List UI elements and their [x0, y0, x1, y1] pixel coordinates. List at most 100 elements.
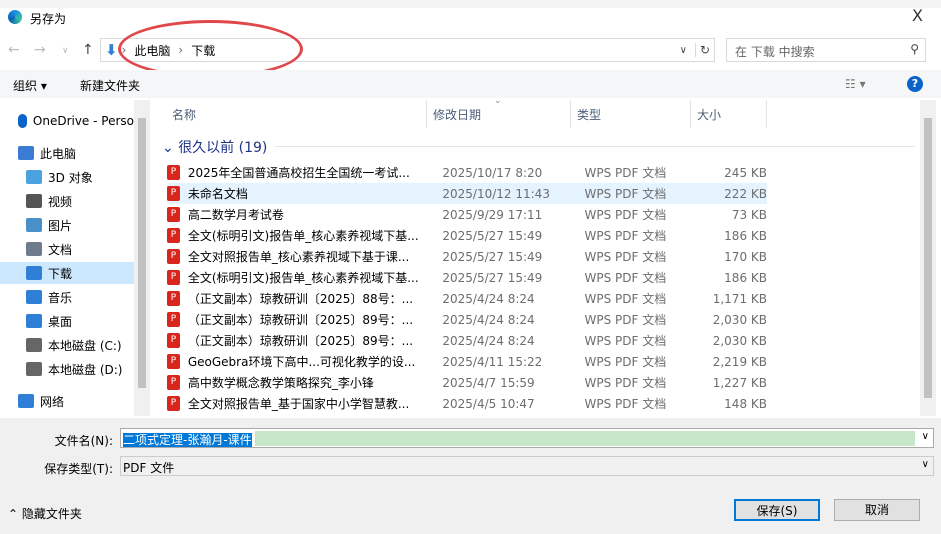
- file-row[interactable]: P 高中数学概念教学策略探究_李小锋 2025/4/7 15:59 WPS PDF 文…: [167, 372, 767, 393]
- hide-folders-button[interactable]: ⌃ 隐藏文件夹: [8, 505, 82, 522]
- column-header-type[interactable]: 类型: [577, 100, 601, 128]
- file-date: 2025/4/7 15:59: [442, 375, 535, 390]
- cancel-button[interactable]: 取消: [834, 499, 920, 521]
- edge-icon: [8, 10, 22, 24]
- column-header-name[interactable]: 名称: [172, 100, 196, 128]
- column-header-size[interactable]: 大小: [697, 100, 721, 128]
- filename-input[interactable]: 二项式定理-张瀚月-课件 ∨: [120, 428, 934, 448]
- file-type: WPS PDF 文档: [584, 250, 667, 264]
- drive-icon: [26, 362, 42, 376]
- new-folder-button[interactable]: 新建文件夹: [80, 77, 140, 94]
- file-name: 全文对照报告单_基于国家中小学智慧教...: [187, 397, 410, 411]
- file-type-select[interactable]: PDF 文件 ∨: [120, 456, 934, 476]
- file-row[interactable]: P 全文对照报告单_基于国家中小学智慧教... 2025/4/5 10:47 WPS …: [167, 393, 767, 414]
- file-type: WPS PDF 文档: [584, 397, 667, 411]
- file-name: 全文对照报告单_核心素养视域下基于课...: [187, 250, 410, 264]
- file-row[interactable]: P 全文(标明引文)报告单_核心素养视域下基... 2025/5/27 15:49 W…: [167, 267, 767, 288]
- view-options-icon[interactable]: ☷ ▾: [845, 77, 866, 91]
- file-name: 2025年全国普通高校招生全国统一考试...: [187, 166, 410, 180]
- sidebar-item-label: 3D 对象: [48, 170, 93, 185]
- navigation-pane: OneDrive - Perso 此电脑 3D 对象视频图片文档 下载 音乐桌面本地磁盘…: [0, 100, 150, 416]
- address-dropdown-icon[interactable]: ∨: [680, 45, 687, 56]
- file-name: 未命名文档: [187, 187, 248, 201]
- drive-icon: [26, 338, 42, 352]
- pdf-file-icon: P: [167, 165, 180, 180]
- back-icon[interactable]: ←: [8, 42, 20, 58]
- sidebar-item[interactable]: 3D 对象: [0, 166, 134, 188]
- file-date: 2025/5/27 15:49: [442, 270, 543, 285]
- file-date: 2025/9/29 17:11: [442, 207, 543, 222]
- sidebar-item-label: 网络: [40, 394, 65, 409]
- file-type: WPS PDF 文档: [584, 208, 667, 222]
- sidebar-item-label: 本地磁盘 (D:): [48, 362, 123, 377]
- pdf-file-icon: P: [167, 396, 180, 411]
- sidebar-item-label: 视频: [48, 194, 73, 209]
- pdf-file-icon: P: [167, 354, 180, 369]
- file-row[interactable]: P GeoGebra环境下高中...可视化教学的设... 2025/4/11 15:…: [167, 351, 767, 372]
- sidebar-item[interactable]: 音乐: [0, 286, 134, 308]
- file-type: WPS PDF 文档: [584, 271, 667, 285]
- file-name: （正文副本）琼教研训〔2025〕88号：...: [187, 292, 414, 306]
- pdf-file-icon: P: [167, 291, 180, 306]
- filename-label: 文件名(N):: [54, 434, 113, 448]
- recent-chevron-icon[interactable]: ∨: [62, 46, 69, 56]
- sidebar-item[interactable]: 网络: [0, 390, 134, 412]
- toolbar: [0, 70, 941, 98]
- file-row[interactable]: P （正文副本）琼教研训〔2025〕89号：... 2025/4/24 8:24 WP…: [167, 309, 767, 330]
- pdf-file-icon: P: [167, 186, 180, 201]
- file-size: 170 KB: [724, 249, 767, 264]
- refresh-icon[interactable]: ↻: [694, 43, 714, 57]
- pdf-file-icon: P: [167, 228, 180, 243]
- help-icon[interactable]: ?: [907, 76, 923, 92]
- forward-icon[interactable]: →: [34, 42, 46, 58]
- file-row[interactable]: P 全文对照报告单_核心素养视域下基于课... 2025/5/27 15:49 WPS…: [167, 246, 767, 267]
- sidebar-item[interactable]: 视频: [0, 190, 134, 212]
- file-size: 222 KB: [724, 186, 767, 201]
- background-window-strip: [0, 0, 941, 8]
- group-header[interactable]: ⌄ 很久以前 (19): [162, 137, 267, 157]
- file-row[interactable]: P 未命名文档 2025/10/12 11:43 WPS PDF 文档 222 KB: [167, 183, 767, 204]
- up-icon[interactable]: ↑: [82, 42, 94, 58]
- sidebar-item-label: 此电脑: [40, 146, 77, 161]
- sidebar-item[interactable]: 本地磁盘 (D:): [0, 358, 134, 380]
- search-input[interactable]: 在 下载 中搜索 ⚲: [726, 38, 926, 62]
- sidebar-item-label: 图片: [48, 218, 73, 233]
- group-divider: [275, 146, 915, 147]
- file-date: 2025/4/5 10:47: [442, 396, 535, 411]
- file-name: 全文(标明引文)报告单_核心素养视域下基...: [187, 271, 419, 285]
- sidebar-item[interactable]: 此电脑: [0, 142, 134, 164]
- file-name: 高中数学概念教学策略探究_李小锋: [187, 376, 374, 390]
- file-row[interactable]: P 高二数学月考试卷 2025/9/29 17:11 WPS PDF 文档 73 KB: [167, 204, 767, 225]
- sort-chevron-icon: ⌄: [494, 96, 502, 106]
- file-row[interactable]: P 2025年全国普通高校招生全国统一考试... 2025/10/17 8:20 WP…: [167, 162, 767, 183]
- computer-icon: [18, 146, 34, 160]
- file-list-scrollbar[interactable]: [920, 100, 936, 416]
- file-size: 73 KB: [731, 207, 767, 222]
- sidebar-item[interactable]: 文档: [0, 238, 134, 260]
- download-icon: [26, 266, 42, 280]
- organize-button[interactable]: 组织 ▾: [13, 77, 47, 94]
- pdf-file-icon: P: [167, 375, 180, 390]
- sidebar-item[interactable]: OneDrive - Perso: [0, 110, 134, 132]
- file-type: WPS PDF 文档: [584, 334, 667, 348]
- file-name: 全文(标明引文)报告单_核心素养视域下基...: [187, 229, 419, 243]
- save-button[interactable]: 保存(S): [734, 499, 820, 521]
- sidebar-item[interactable]: 图片: [0, 214, 134, 236]
- sidebar-item[interactable]: 下载: [0, 262, 134, 284]
- desktop-icon: [26, 314, 42, 328]
- column-header-date[interactable]: 修改日期: [433, 100, 481, 128]
- file-type: WPS PDF 文档: [584, 355, 667, 369]
- file-row[interactable]: P （正文副本）琼教研训〔2025〕88号：... 2025/4/24 8:24 WP…: [167, 288, 767, 309]
- pdf-file-icon: P: [167, 249, 180, 264]
- file-size: 1,227 KB: [712, 375, 767, 390]
- sidebar-item-label: 桌面: [48, 314, 73, 329]
- pdf-file-icon: P: [167, 333, 180, 348]
- file-row[interactable]: P （正文副本）琼教研训〔2025〕89号：... 2025/4/24 8:24 WP…: [167, 330, 767, 351]
- file-row[interactable]: P 全文(标明引文)报告单_核心素养视域下基... 2025/5/27 15:49 W…: [167, 225, 767, 246]
- sidebar-scrollbar[interactable]: [134, 100, 150, 416]
- chevron-up-icon: ⌃: [8, 507, 19, 521]
- sidebar-item[interactable]: 桌面: [0, 310, 134, 332]
- pdf-file-icon: P: [167, 207, 180, 222]
- close-button[interactable]: X: [912, 6, 923, 25]
- sidebar-item[interactable]: 本地磁盘 (C:): [0, 334, 134, 356]
